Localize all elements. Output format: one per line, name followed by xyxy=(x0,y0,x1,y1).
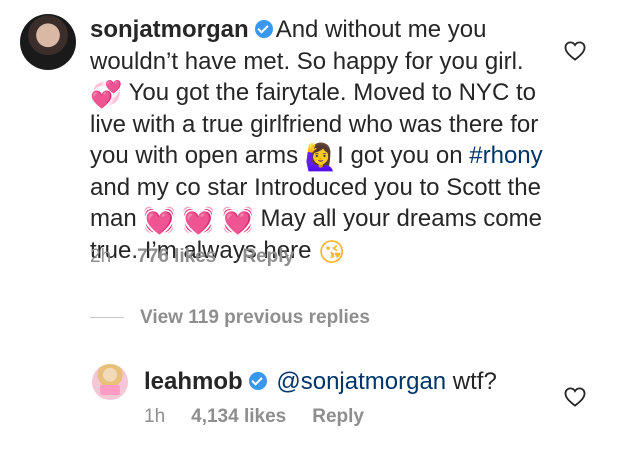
face-blowing-kiss-emoji-icon: 😘 xyxy=(318,237,346,268)
verified-badge-icon xyxy=(254,20,273,38)
avatar-leahmob[interactable] xyxy=(92,364,128,400)
view-previous-replies-button[interactable]: View 119 previous replies xyxy=(90,307,370,329)
username-link[interactable]: leahmob xyxy=(144,368,243,395)
reply-text: wtf? xyxy=(446,368,497,395)
reply-button[interactable]: Reply xyxy=(242,246,294,267)
woman-raising-hand-emoji-icon: 🙋‍♀️ xyxy=(304,143,338,173)
like-heart-icon[interactable] xyxy=(564,41,586,61)
comment-timestamp: 2h xyxy=(90,246,112,267)
beating-heart-emoji-icon: 💓 xyxy=(182,206,215,236)
avatar-sonjatmorgan[interactable] xyxy=(20,14,76,70)
verified-badge-icon xyxy=(248,372,267,390)
view-replies-label: View 119 previous replies xyxy=(140,307,370,328)
likes-count-button[interactable]: 776 likes xyxy=(137,246,216,267)
reply-meta: 1h 4,134 likes Reply xyxy=(144,406,390,428)
revolving-hearts-emoji-icon: 💞 xyxy=(90,80,123,110)
reply-body: leahmob @sonjatmorgan wtf? xyxy=(144,366,564,398)
beating-heart-emoji-icon: 💓 xyxy=(221,206,254,236)
reply-button[interactable]: Reply xyxy=(312,406,364,427)
mention-link[interactable]: @sonjatmorgan xyxy=(276,368,446,395)
username-link[interactable]: sonjatmorgan xyxy=(90,16,249,43)
comment-meta: 2h 776 likes Reply xyxy=(90,246,320,268)
reply-timestamp: 1h xyxy=(144,406,166,427)
replies-divider-line xyxy=(90,317,124,319)
comment-body: sonjatmorgan And without me you wouldn’t … xyxy=(90,14,560,266)
hashtag-link[interactable]: #rhony xyxy=(469,142,542,169)
like-heart-icon[interactable] xyxy=(564,387,586,407)
likes-count-button[interactable]: 4,134 likes xyxy=(191,406,286,427)
beating-heart-emoji-icon: 💓 xyxy=(143,206,176,236)
comment-text: I got you on xyxy=(337,142,470,169)
